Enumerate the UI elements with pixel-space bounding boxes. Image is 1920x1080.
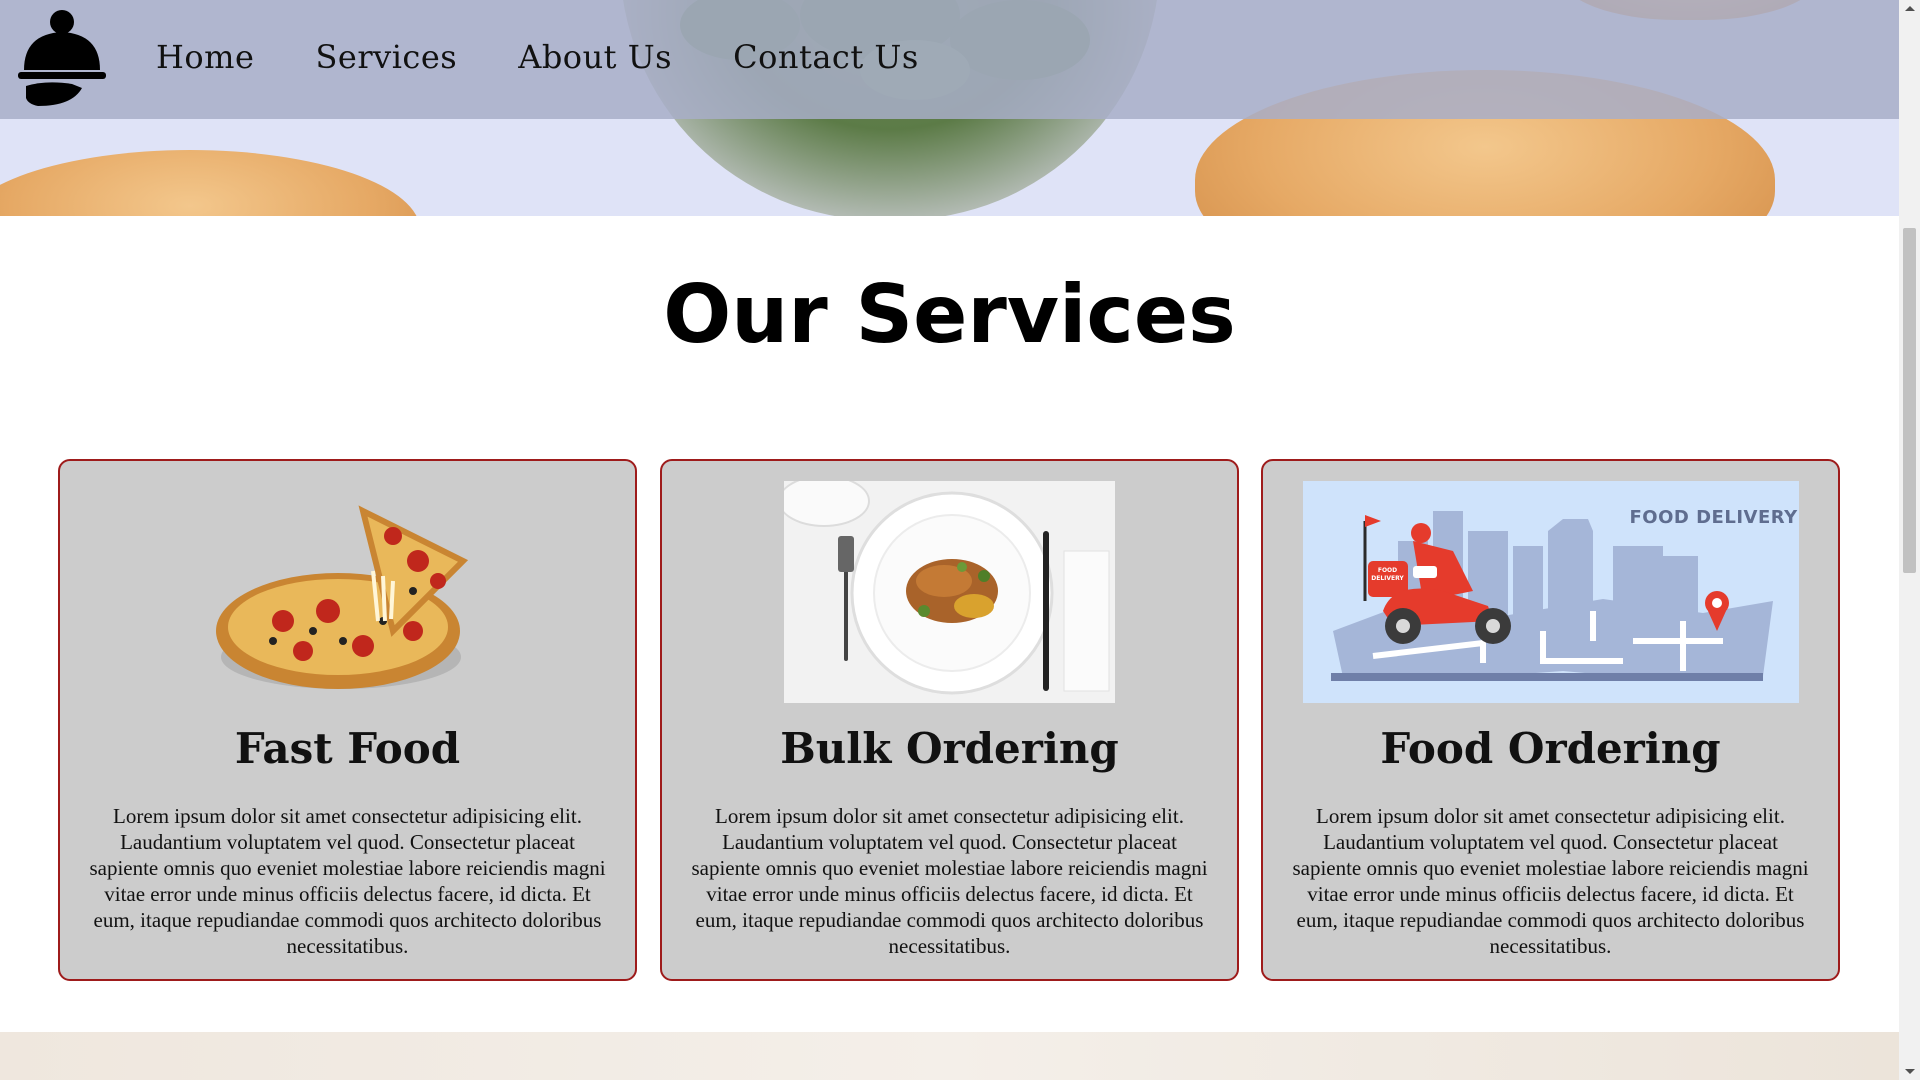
card-title: Fast Food [234, 724, 461, 773]
pizza-image [215, 505, 468, 689]
card-image-wrapper [662, 481, 1237, 703]
nav-link-contact-us[interactable]: Contact Us [733, 38, 919, 76]
card-title: Food Ordering [1380, 724, 1721, 773]
serving-cloche-icon[interactable] [16, 8, 108, 106]
scroll-up-arrow-icon[interactable] [1905, 6, 1915, 11]
card-image-wrapper: FOOD DELIVERY FOOD DELIVERY [1263, 481, 1838, 703]
card-image-wrapper [60, 481, 635, 703]
navbar: Home Services About Us Contact Us [0, 0, 1899, 119]
service-card-bulk-ordering: Bulk Ordering Lorem ipsum dolor sit amet… [660, 459, 1239, 981]
service-card-fast-food: Fast Food Lorem ipsum dolor sit amet con… [58, 459, 637, 981]
card-description: Lorem ipsum dolor sit amet consectetur a… [1292, 804, 1809, 958]
scroll-down-arrow-icon[interactable] [1905, 1069, 1915, 1074]
food-delivery-illustration: FOOD DELIVERY FOOD DELIVERY [1302, 481, 1799, 703]
nav-links: Home Services About Us Contact Us [156, 38, 980, 76]
card-description: Lorem ipsum dolor sit amet consectetur a… [89, 804, 606, 958]
nav-link-home[interactable]: Home [156, 38, 254, 76]
delivery-box-label: FOOD DELIVERY [1371, 567, 1404, 582]
food-delivery-caption: FOOD DELIVERY [1629, 507, 1798, 528]
card-title: Bulk Ordering [780, 724, 1119, 773]
plated-dish-image [784, 481, 1115, 703]
card-description: Lorem ipsum dolor sit amet consectetur a… [691, 804, 1208, 958]
page-scrollbar[interactable] [1899, 0, 1920, 1080]
next-section-background [0, 1032, 1899, 1080]
nav-link-about-us[interactable]: About Us [518, 38, 672, 76]
service-card-food-ordering: FOOD DELIVERY FOOD DELIVERY Food Orderin… [1261, 459, 1840, 981]
scrollbar-thumb[interactable] [1903, 228, 1916, 573]
nav-link-services[interactable]: Services [315, 38, 457, 76]
section-title: Our Services [663, 268, 1236, 361]
